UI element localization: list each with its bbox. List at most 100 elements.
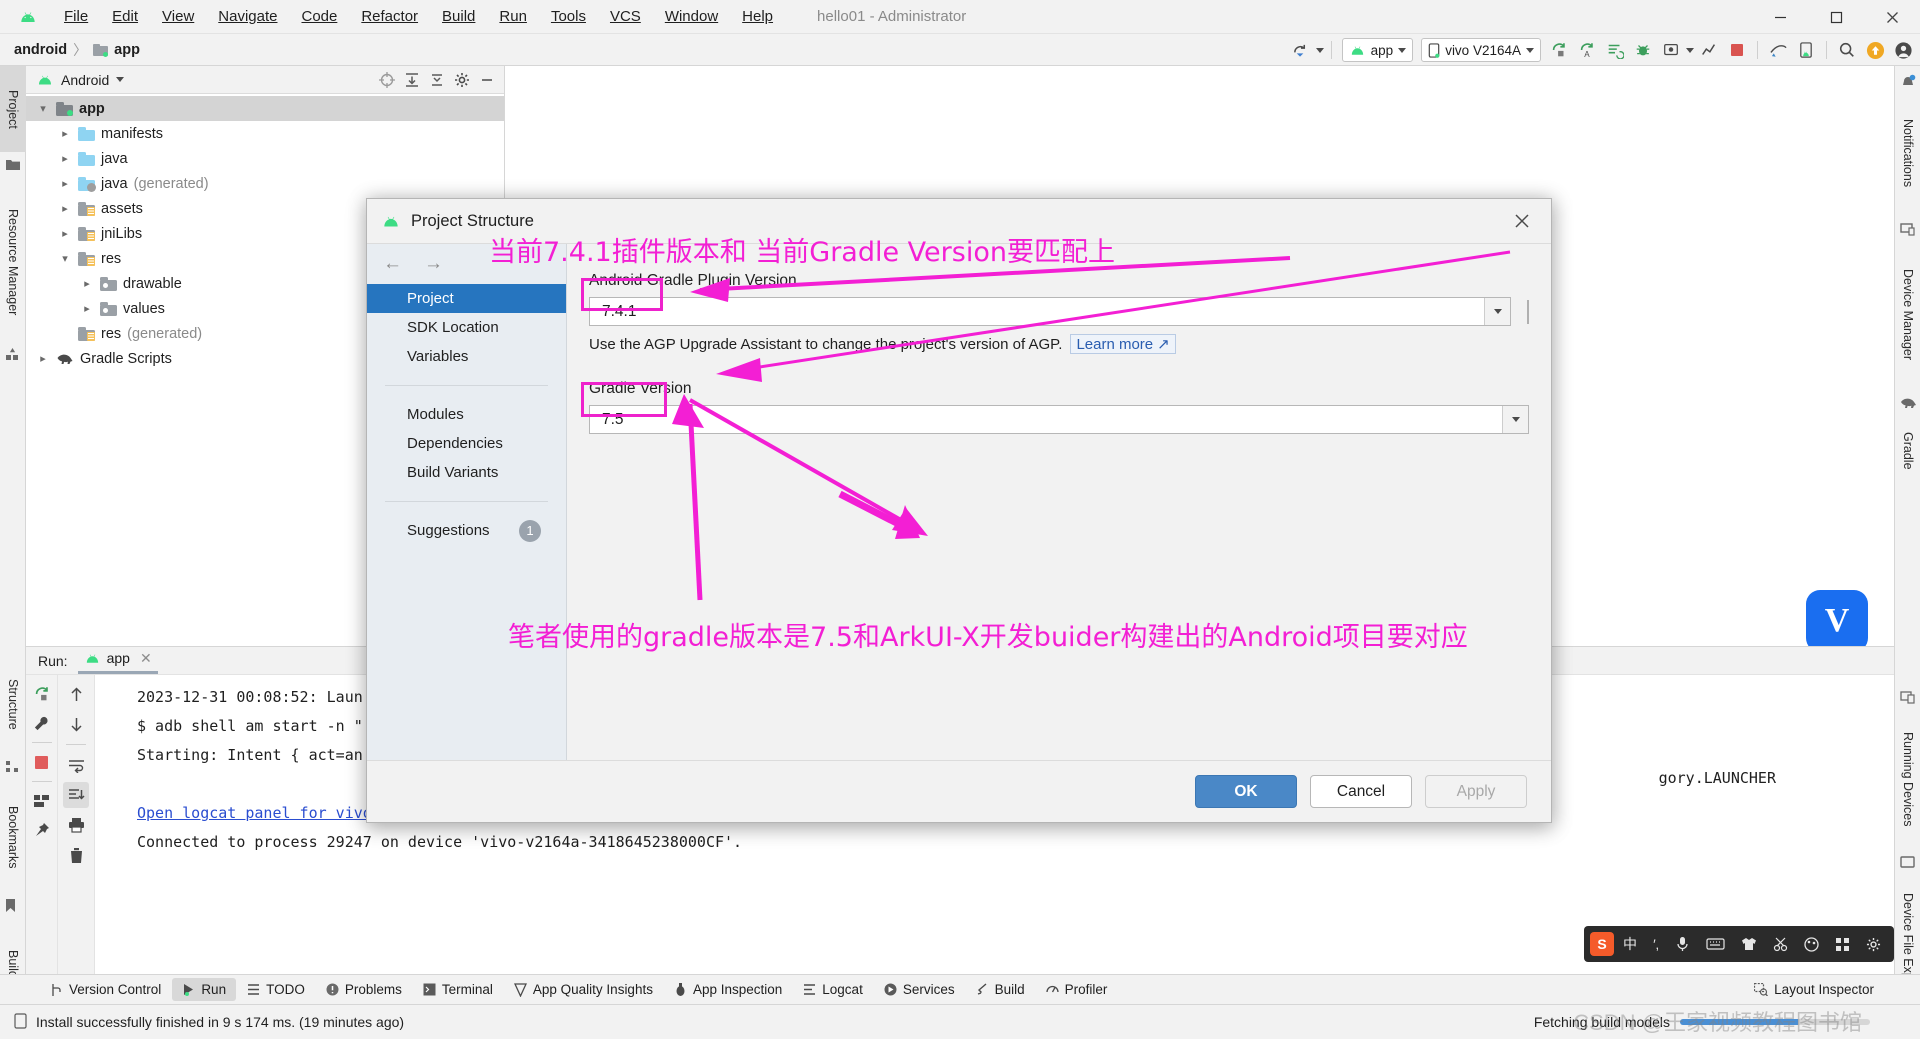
tree-item-java[interactable]: ▸ java (26, 146, 504, 171)
dialog-side-item-dependencies[interactable]: Dependencies (367, 429, 566, 458)
bottom-item-layout-inspector[interactable]: Layout Inspector (1744, 978, 1884, 1001)
menu-build[interactable]: Build (430, 5, 487, 28)
run-tab-app[interactable]: app ✕ (77, 648, 158, 674)
dialog-side-item-project[interactable]: Project (367, 284, 566, 313)
dialog-side-item-variables[interactable]: Variables (367, 342, 566, 371)
account-icon[interactable] (1890, 38, 1916, 62)
expand-all-icon[interactable] (401, 69, 423, 91)
layout-icon[interactable] (29, 788, 55, 814)
sidebar-item-resource-manager[interactable]: Resource Manager (0, 184, 26, 340)
chevron-down-icon[interactable]: ▾ (58, 252, 72, 265)
learn-more-link[interactable]: Learn more ↗ (1070, 334, 1176, 354)
chevron-right-icon[interactable]: ▸ (36, 352, 50, 365)
chevron-right-icon[interactable]: ▸ (80, 302, 94, 315)
device-mirror-icon[interactable] (1793, 38, 1819, 62)
chevron-right-icon[interactable]: ▸ (80, 277, 94, 290)
chevron-right-icon[interactable]: ▸ (58, 177, 72, 190)
stop-icon[interactable] (1724, 38, 1750, 62)
sidebar-item-gradle[interactable]: Gradle (1895, 416, 1920, 486)
profiler-icon[interactable] (1696, 38, 1722, 62)
layout-inspector-icon[interactable] (1765, 38, 1791, 62)
apply-changes-icon[interactable] (1602, 38, 1628, 62)
menu-code[interactable]: Code (289, 5, 349, 28)
bottom-item-terminal[interactable]: Terminal (413, 978, 503, 1001)
chevron-down-icon[interactable] (1686, 47, 1694, 53)
cancel-button[interactable]: Cancel (1310, 775, 1412, 808)
breadcrumb-app[interactable]: app (114, 42, 140, 58)
hide-panel-icon[interactable] (476, 69, 498, 91)
bottom-item-app-inspection[interactable]: App Inspection (664, 978, 792, 1001)
agp-version-combo[interactable]: 7.4.1 (589, 297, 1511, 326)
settings-gear-icon[interactable] (451, 69, 473, 91)
menu-help[interactable]: Help (730, 5, 785, 28)
apply-button[interactable]: Apply (1425, 775, 1527, 808)
sidebar-item-project[interactable]: Project (0, 66, 26, 152)
dialog-side-item-modules[interactable]: Modules (367, 400, 566, 429)
dialog-side-item-sdk-location[interactable]: SDK Location (367, 313, 566, 342)
chevron-down-icon[interactable]: ▾ (36, 102, 50, 115)
debug-icon[interactable]: A (1574, 38, 1600, 62)
chevron-right-icon[interactable]: ▸ (58, 227, 72, 240)
stop-icon[interactable] (29, 749, 55, 775)
bottom-item-services[interactable]: Services (874, 978, 965, 1001)
sync-dropdown-caret-icon[interactable] (1315, 47, 1324, 53)
menu-run[interactable]: Run (487, 5, 539, 28)
sogou-logo-icon[interactable]: S (1590, 932, 1614, 956)
scroll-to-end-icon[interactable] (63, 782, 89, 808)
sync-gradle-icon[interactable] (1288, 38, 1314, 62)
agp-version-value[interactable]: 7.4.1 (590, 303, 1484, 321)
dialog-side-item-suggestions[interactable]: Suggestions 1 (367, 516, 566, 545)
bottom-item-build[interactable]: Build (966, 978, 1035, 1001)
chevron-down-icon[interactable] (1502, 406, 1528, 433)
down-arrow-icon[interactable] (63, 711, 89, 737)
cut-icon[interactable] (1766, 933, 1795, 956)
select-opened-file-icon[interactable] (376, 69, 398, 91)
maximize-button[interactable] (1808, 0, 1864, 34)
search-icon[interactable] (1834, 38, 1860, 62)
close-button[interactable] (1864, 0, 1920, 34)
soft-wrap-icon[interactable] (63, 752, 89, 778)
run-bug-icon[interactable] (1630, 38, 1656, 62)
bottom-item-version-control[interactable]: Version Control (40, 978, 171, 1001)
sidebar-item-device-manager[interactable]: Device Manager (1895, 242, 1920, 387)
tree-item-app[interactable]: ▾ app (26, 96, 504, 121)
sidebar-item-bookmarks[interactable]: Bookmarks (0, 782, 26, 892)
menu-view[interactable]: View (150, 5, 206, 28)
menu-refactor[interactable]: Refactor (349, 5, 430, 28)
ok-button[interactable]: OK (1195, 775, 1297, 808)
mic-icon[interactable] (1668, 932, 1697, 956)
wrench-icon[interactable] (29, 710, 55, 736)
close-icon[interactable]: ✕ (140, 650, 152, 667)
bottom-item-profiler[interactable]: Profiler (1036, 978, 1118, 1001)
up-arrow-icon[interactable] (63, 681, 89, 707)
breadcrumb-android[interactable]: android (14, 42, 67, 58)
tree-item-manifests[interactable]: ▸ manifests (26, 121, 504, 146)
bottom-item-run[interactable]: Run (172, 978, 237, 1001)
sidebar-item-structure[interactable]: Structure (0, 656, 26, 752)
menu-tools[interactable]: Tools (539, 5, 598, 28)
sidebar-item-notifications[interactable]: Notifications (1895, 94, 1920, 212)
gradle-version-value[interactable]: 7.5 (590, 411, 1502, 429)
tree-item-java-generated[interactable]: ▸ java (generated) (26, 171, 504, 196)
palette-icon[interactable] (1797, 933, 1826, 956)
chevron-right-icon[interactable]: ▸ (58, 202, 72, 215)
arrow-left-icon[interactable]: ← (383, 253, 402, 275)
pin-icon[interactable] (29, 817, 55, 843)
settings-icon[interactable] (1859, 933, 1888, 956)
bottom-item-problems[interactable]: Problems (316, 978, 412, 1001)
run-icon[interactable] (1546, 38, 1572, 62)
dialog-side-item-build-variants[interactable]: Build Variants (367, 458, 566, 487)
chevron-down-icon[interactable] (116, 77, 125, 82)
arrow-right-icon[interactable]: → (424, 253, 443, 275)
attach-debugger-icon[interactable] (1658, 38, 1684, 62)
keyboard-icon[interactable] (1699, 933, 1732, 955)
chevron-down-icon[interactable] (1484, 298, 1510, 325)
update-icon[interactable] (1862, 38, 1888, 62)
rerun-icon[interactable] (29, 681, 55, 707)
run-configuration-selector[interactable]: app (1341, 38, 1414, 62)
device-selector[interactable]: vivo V2164A (1421, 38, 1541, 62)
menu-vcs[interactable]: VCS (598, 5, 653, 28)
gradle-version-combo[interactable]: 7.5 (589, 405, 1529, 434)
minimize-button[interactable] (1752, 0, 1808, 34)
chevron-right-icon[interactable]: ▸ (58, 152, 72, 165)
